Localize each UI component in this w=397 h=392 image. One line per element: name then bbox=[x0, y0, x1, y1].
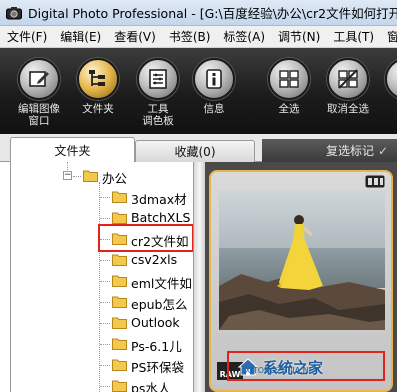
watermark-subtext: XITONGZHIJIA.NET bbox=[245, 366, 319, 375]
folder-icon bbox=[112, 317, 127, 329]
duplicate-mark-label: 复选标记 bbox=[326, 144, 375, 158]
tree-item[interactable]: csv2xls bbox=[11, 250, 193, 270]
partial-toolbar-button[interactable]: 左 bbox=[385, 58, 397, 115]
tree-item-parent[interactable]: − 办公 bbox=[11, 166, 193, 186]
folder-icon bbox=[112, 338, 127, 350]
folder-icon bbox=[112, 296, 127, 308]
tree-item[interactable]: ps水人 bbox=[11, 376, 193, 392]
title-bar: Digital Photo Professional - [G:\百度经验\办公… bbox=[0, 0, 397, 26]
tree-item-label: eml文件如 bbox=[131, 276, 192, 291]
folder-open-icon bbox=[83, 170, 98, 182]
folder-view-button[interactable]: 文件夹 bbox=[77, 58, 119, 115]
edit-image-window-button[interactable]: 编辑图像 窗口 bbox=[18, 58, 60, 127]
tree-item-label: epub怎么 bbox=[131, 297, 188, 312]
check-icon: ✓ bbox=[378, 143, 389, 158]
edit-image-icon bbox=[18, 58, 60, 100]
info-label: 信息 bbox=[203, 103, 225, 115]
folder-tree: − 办公 3dmax材 BatchXLS cr2文件如 csv2xls eml文… bbox=[10, 162, 193, 392]
tree-item-label: csv2xls bbox=[131, 252, 178, 267]
menu-edit[interactable]: 编辑(E) bbox=[60, 28, 101, 45]
panel-tabs: 文件夹 收藏(0) 复选标记 ✓ bbox=[0, 134, 397, 162]
folder-icon bbox=[112, 212, 127, 224]
collapse-icon[interactable]: − bbox=[63, 171, 72, 180]
deselect-all-button[interactable]: 取消全选 bbox=[327, 58, 369, 115]
menu-bar: 文件(F) 编辑(E) 查看(V) 书签(B) 标签(A) 调节(N) 工具(T… bbox=[0, 26, 397, 48]
folder-icon bbox=[112, 380, 127, 392]
tree-item-label: 3dmax材 bbox=[131, 192, 187, 207]
tree-item-label: BatchXLS bbox=[131, 210, 191, 225]
tree-item[interactable]: eml文件如 bbox=[11, 271, 193, 291]
tool-palette-label-2: 调色板 bbox=[142, 115, 174, 127]
tree-item[interactable]: PS环保袋 bbox=[11, 355, 193, 375]
info-button[interactable]: 信息 bbox=[193, 58, 235, 115]
film-icon bbox=[365, 175, 385, 188]
tree-item-label: Outlook bbox=[131, 315, 180, 330]
select-all-label: 全选 bbox=[278, 103, 300, 115]
edit-image-label-2: 窗口 bbox=[28, 115, 50, 127]
menu-window[interactable]: 窗 bbox=[387, 28, 397, 45]
camera-icon bbox=[6, 6, 22, 19]
folder-view-label: 文件夹 bbox=[82, 103, 114, 115]
deselect-all-label: 取消全选 bbox=[327, 103, 369, 115]
highlight-box bbox=[98, 224, 193, 252]
thumbnail-area: RAW 系统之家 XITONGZHIJIA.NET bbox=[205, 162, 397, 392]
tree-item-label: Ps-6.1儿 bbox=[131, 339, 182, 354]
select-all-button[interactable]: 全选 bbox=[268, 58, 310, 115]
menu-file[interactable]: 文件(F) bbox=[7, 28, 47, 45]
tool-palette-icon bbox=[137, 58, 179, 100]
tab-folder[interactable]: 文件夹 bbox=[10, 137, 135, 162]
folder-icon bbox=[112, 191, 127, 203]
tree-item[interactable]: Outlook bbox=[11, 313, 193, 333]
select-all-icon bbox=[268, 58, 310, 100]
deselect-all-icon bbox=[327, 58, 369, 100]
panel-splitter[interactable] bbox=[193, 162, 205, 392]
main-toolbar: 编辑图像 窗口 文件夹 工具 调色板 信息 全选 取消全选 bbox=[0, 48, 397, 134]
menu-adjust[interactable]: 调节(N) bbox=[278, 28, 320, 45]
tree-item[interactable]: 3dmax材 bbox=[11, 187, 193, 207]
menu-bookmark[interactable]: 书签(B) bbox=[169, 28, 211, 45]
folder-icon bbox=[112, 254, 127, 266]
window-title: Digital Photo Professional - [G:\百度经验\办公… bbox=[28, 6, 397, 21]
menu-tools[interactable]: 工具(T) bbox=[333, 28, 374, 45]
folder-icon bbox=[112, 359, 127, 371]
rotate-icon bbox=[385, 58, 397, 100]
tree-item[interactable]: epub怎么 bbox=[11, 292, 193, 312]
menu-view[interactable]: 查看(V) bbox=[114, 28, 156, 45]
tree-item-label: PS环保袋 bbox=[131, 360, 184, 375]
tool-palette-button[interactable]: 工具 调色板 bbox=[137, 58, 179, 127]
tree-item[interactable]: Ps-6.1儿 bbox=[11, 334, 193, 354]
tree-item-label: ps水人 bbox=[131, 381, 171, 392]
info-icon bbox=[193, 58, 235, 100]
edit-image-label-1: 编辑图像 bbox=[18, 103, 60, 115]
folder-icon bbox=[112, 275, 127, 287]
duplicate-mark-toggle[interactable]: 复选标记 ✓ bbox=[262, 139, 397, 162]
tool-palette-label-1: 工具 bbox=[147, 103, 169, 115]
menu-label[interactable]: 标签(A) bbox=[223, 28, 265, 45]
photo-preview bbox=[219, 190, 385, 330]
tree-item-label: 办公 bbox=[102, 171, 128, 186]
tab-favorites[interactable]: 收藏(0) bbox=[135, 140, 255, 162]
folder-tree-icon bbox=[77, 58, 119, 100]
